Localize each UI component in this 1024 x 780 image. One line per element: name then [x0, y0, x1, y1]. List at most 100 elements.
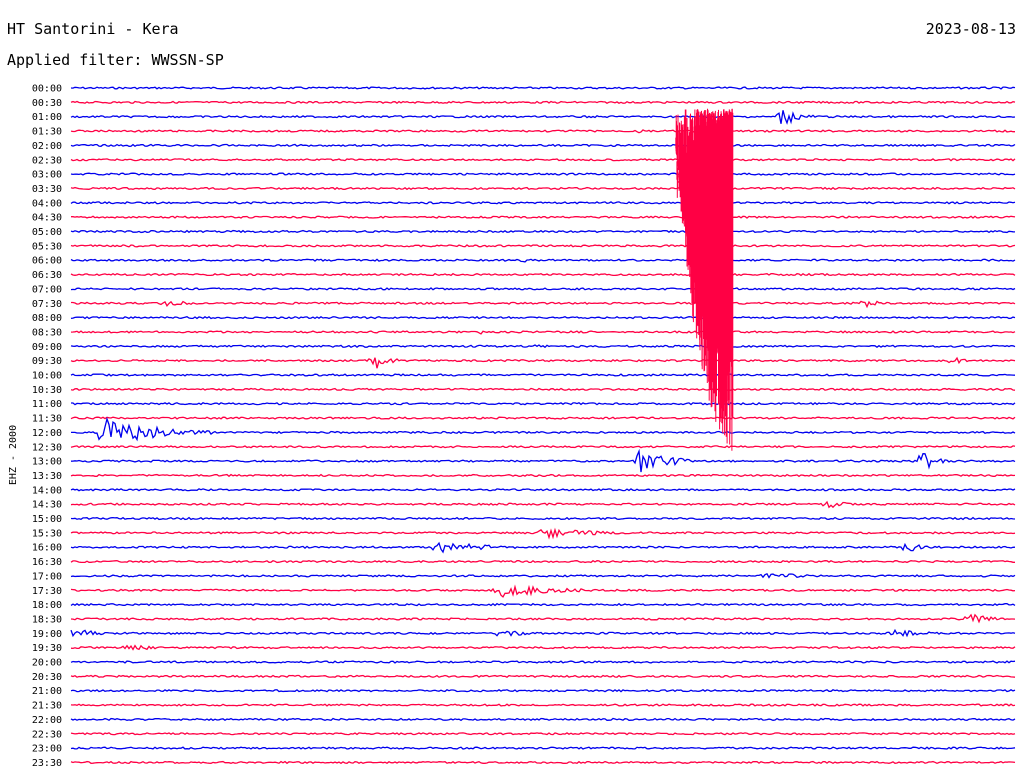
trace-line	[70, 584, 1016, 598]
row-time-label: 00:00	[32, 84, 62, 95]
trace-line	[70, 258, 1016, 263]
trace-line	[70, 158, 1016, 162]
row-time-label: 13:00	[32, 457, 62, 468]
trace-line	[70, 100, 1016, 105]
trace-line	[70, 689, 1016, 693]
row-time-label: 05:30	[32, 241, 62, 252]
row-time-label: 01:00	[32, 112, 62, 123]
seismic-traces	[70, 86, 1016, 765]
trace-line	[70, 644, 1016, 651]
row-time-label: 21:30	[32, 701, 62, 712]
trace-line	[70, 86, 1016, 90]
trace-line	[70, 272, 1016, 277]
trace-line	[70, 344, 1016, 349]
trace-line	[70, 488, 1016, 492]
trace-line	[70, 330, 1016, 335]
row-time-label: 18:00	[32, 600, 62, 611]
trace-line	[71, 401, 1016, 406]
trace-line	[70, 445, 1016, 449]
row-time-label: 17:00	[32, 571, 62, 582]
row-time-label: 09:30	[32, 356, 62, 367]
y-axis-label-group: EHZ - 2000	[8, 425, 19, 485]
row-time-label: 18:30	[32, 614, 62, 625]
trace-line	[70, 613, 1016, 624]
row-time-label: 07:00	[32, 284, 62, 295]
trace-line	[70, 660, 1016, 664]
row-time-label: 08:30	[32, 327, 62, 338]
trace-line	[70, 473, 1016, 478]
trace-line	[71, 300, 1016, 309]
trace-line	[70, 674, 1016, 679]
row-time-label: 11:30	[32, 414, 62, 425]
y-axis-label: EHZ - 2000	[8, 425, 19, 485]
row-time-label: 23:30	[32, 758, 62, 769]
trace-line	[70, 129, 1015, 134]
trace-line	[70, 760, 1016, 765]
row-time-label: 15:00	[32, 514, 62, 525]
trace-line	[70, 110, 1016, 125]
trace-line	[70, 516, 1016, 521]
trace-line	[70, 244, 1016, 248]
row-time-label: 22:00	[32, 715, 62, 726]
trace-line	[70, 717, 1016, 722]
row-time-label: 02:30	[32, 155, 62, 166]
trace-line	[70, 732, 1016, 736]
row-time-label: 20:00	[32, 658, 62, 669]
row-time-label: 03:30	[32, 184, 62, 195]
trace-line	[70, 229, 1016, 234]
row-time-label: 11:00	[32, 399, 62, 410]
main-earthquake-trace	[675, 108, 734, 451]
row-time-label: 04:00	[32, 198, 62, 209]
row-time-label: 23:00	[32, 744, 62, 755]
trace-line	[70, 186, 1016, 191]
trace-line	[70, 602, 1016, 607]
trace-line	[70, 172, 1016, 176]
trace-line	[70, 373, 1016, 377]
row-time-label: 04:30	[32, 213, 62, 224]
row-time-label: 08:00	[32, 313, 62, 324]
row-time-label: 02:00	[32, 141, 62, 152]
row-time-label: 00:30	[32, 98, 62, 109]
row-time-label: 06:30	[32, 270, 62, 281]
row-time-label: 14:00	[32, 485, 62, 496]
trace-line	[71, 215, 1016, 219]
row-time-label: 13:30	[32, 471, 62, 482]
row-time-label: 01:30	[32, 127, 62, 138]
row-time-label: 14:30	[32, 500, 62, 511]
trace-line	[70, 356, 1016, 369]
trace-line	[70, 572, 1016, 579]
row-time-label: 19:30	[32, 643, 62, 654]
row-time-label: 17:30	[32, 586, 62, 597]
trace-line	[70, 287, 1016, 291]
row-time-label: 22:30	[32, 729, 62, 740]
trace-line	[70, 315, 1016, 320]
trace-line	[70, 703, 1016, 707]
row-time-label: 15:30	[32, 528, 62, 539]
trace-line	[70, 143, 1016, 148]
row-time-label: 10:00	[32, 371, 62, 382]
row-time-label: 06:00	[32, 256, 62, 267]
row-time-label: 09:00	[32, 342, 62, 353]
trace-line	[70, 387, 1016, 391]
row-time-label: 16:30	[32, 557, 62, 568]
row-time-label: 10:30	[32, 385, 62, 396]
trace-line	[70, 201, 1016, 205]
trace-line	[70, 527, 1016, 540]
row-time-label: 19:00	[32, 629, 62, 640]
row-time-label: 16:00	[32, 543, 62, 554]
row-time-label: 21:00	[32, 686, 62, 697]
trace-line	[70, 628, 1016, 638]
row-time-labels: 00:00 00:30 01:00 01:30 02:00 02:30 03:00 03:30…	[32, 84, 62, 769]
trace-line	[70, 500, 1016, 509]
trace-line	[70, 416, 1016, 420]
row-time-label: 03:00	[32, 170, 62, 181]
row-time-label: 05:00	[32, 227, 62, 238]
row-time-label: 07:30	[32, 299, 62, 310]
row-time-label: 12:00	[32, 428, 62, 439]
trace-line	[71, 416, 1016, 442]
trace-line	[70, 746, 1016, 750]
trace-line	[70, 541, 1016, 554]
trace-line	[70, 559, 1015, 564]
row-time-label: 20:30	[32, 672, 62, 683]
helicorder-plot: EHZ - 2000 00:00 00:30 01:00 01:30 02:00 02:3…	[8, 84, 1016, 769]
